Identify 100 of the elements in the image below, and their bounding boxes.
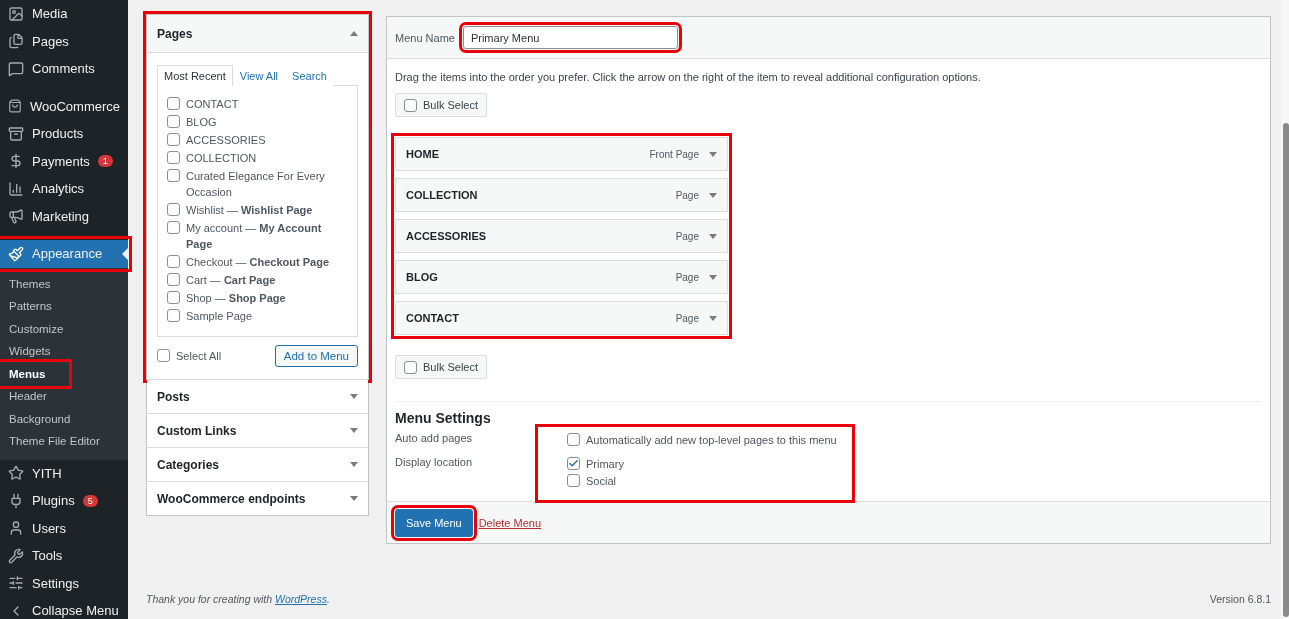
submenu-item[interactable]: Background [0, 407, 128, 430]
page-option: Sample Page [186, 308, 253, 324]
checkbox[interactable] [167, 291, 180, 304]
checkbox[interactable] [167, 255, 180, 268]
menu-item-title: COLLECTION [406, 189, 478, 201]
bar-chart-icon [8, 180, 24, 197]
page-option: Wishlist — Wishlist Page [186, 202, 313, 218]
submenu-item[interactable]: Themes [0, 272, 128, 295]
caret-down-icon[interactable] [350, 462, 358, 467]
caret-down-icon[interactable] [709, 233, 717, 239]
submenu-item[interactable]: Customize [0, 317, 128, 340]
files-icon [8, 33, 24, 50]
menu-item[interactable]: BLOG Page [395, 260, 728, 294]
dollar-icon [8, 153, 24, 170]
submenu-item[interactable]: Header [0, 385, 128, 408]
page-option: ACCESSORIES [186, 132, 266, 148]
credit-text: Thank you for creating with WordPress. [146, 593, 330, 605]
checkbox[interactable] [167, 115, 180, 128]
setting-label: Display location [395, 456, 474, 470]
sidebar-item[interactable]: Products [0, 120, 128, 148]
page-option: Curated Elegance For Every Occasion [186, 168, 348, 200]
sidebar-item[interactable]: Media [0, 0, 128, 28]
settings-title: Menu Settings [395, 410, 492, 426]
menu-item-type: Page [675, 189, 699, 201]
checkbox[interactable] [157, 349, 170, 362]
menu-item[interactable]: ACCESSORIES Page [395, 219, 728, 253]
sidebar-item[interactable]: Settings [0, 569, 128, 597]
submenu-item[interactable]: Theme File Editor [0, 430, 128, 453]
sliders-icon [8, 575, 24, 592]
checkbox[interactable] [404, 361, 417, 374]
page-option: My account — My Account Page [186, 220, 348, 252]
delete-menu-link[interactable]: Delete Menu [478, 516, 542, 529]
sidebar-item[interactable]: WooCommerce [0, 92, 128, 120]
megaphone-icon [8, 208, 24, 225]
checkbox[interactable] [167, 309, 180, 322]
bulk-select-button[interactable]: Bulk Select [395, 93, 488, 117]
image-icon [8, 5, 24, 22]
menu-item[interactable]: COLLECTION Page [395, 178, 728, 212]
sidebar-item[interactable]: Payments 1 [0, 147, 128, 175]
count-badge: 5 [82, 494, 98, 507]
page-option: Cart — Cart Page [186, 272, 276, 288]
submenu-item[interactable]: Patterns [0, 295, 128, 318]
caret-down-icon[interactable] [709, 315, 717, 321]
checkbox[interactable] [167, 273, 180, 286]
checkbox[interactable] [167, 133, 180, 146]
sidebar-item[interactable]: Tools [0, 542, 128, 570]
tab[interactable]: Most Recent [157, 65, 233, 86]
checkbox[interactable] [167, 203, 180, 216]
caret-down-icon[interactable] [350, 428, 358, 433]
option-label: Primary [586, 457, 624, 472]
sidebar-item[interactable]: Pages [0, 27, 128, 55]
checkbox[interactable] [404, 99, 417, 112]
wordpress-link[interactable]: WordPress [275, 593, 327, 605]
caret-down-icon[interactable] [709, 151, 717, 157]
caret-down-icon[interactable] [350, 394, 358, 399]
archive-icon [8, 125, 24, 142]
sidebar-item[interactable]: Analytics [0, 175, 128, 203]
setting-label: Auto add pages [395, 432, 474, 446]
menu-item-type: Page [675, 271, 699, 283]
submenu-item[interactable]: Widgets [0, 340, 128, 363]
caret-down-icon[interactable] [350, 496, 358, 501]
menu-item-title: BLOG [406, 271, 438, 283]
sidebar-item[interactable]: YITH [0, 459, 128, 487]
star-icon [8, 465, 24, 482]
checkbox[interactable] [167, 97, 180, 110]
page-option: Shop — Shop Page [186, 290, 286, 306]
page-option: CONTACT [186, 96, 239, 112]
count-badge: 1 [97, 155, 113, 168]
scrollbar[interactable] [1281, 0, 1289, 619]
select-all-label: Select All [176, 349, 222, 364]
plug-icon [8, 492, 24, 509]
checkbox[interactable] [567, 474, 580, 487]
caret-up-icon[interactable] [350, 31, 358, 36]
menu-item[interactable]: HOME Front Page [395, 137, 728, 171]
checkbox[interactable] [167, 151, 180, 164]
version-text: Version 6.8.1 [1209, 593, 1271, 605]
checkbox[interactable] [567, 457, 580, 470]
checkbox[interactable] [167, 221, 180, 234]
sidebar-item[interactable]: Comments [0, 55, 128, 83]
sidebar-item[interactable]: Collapse Menu [0, 597, 128, 619]
bulk-select-button[interactable]: Bulk Select [395, 355, 488, 379]
checkbox[interactable] [167, 169, 180, 182]
add-to-menu-button[interactable]: Add to Menu [274, 345, 358, 367]
caret-down-icon[interactable] [709, 274, 717, 280]
checkbox[interactable] [567, 433, 580, 446]
menu-item-title: ACCESSORIES [406, 230, 487, 242]
sidebar-item[interactable]: Marketing [0, 202, 128, 230]
menu-name-label: Menu Name [395, 31, 455, 44]
sidebar-item[interactable]: Users [0, 514, 128, 542]
sidebar-item[interactable]: Plugins 5 [0, 487, 128, 515]
caret-down-icon[interactable] [709, 192, 717, 198]
option-label: Automatically add new top-level pages to this menu [586, 433, 837, 448]
paintbrush-icon [8, 245, 24, 262]
option-label: Social [586, 474, 616, 489]
menu-item-type: Page [675, 312, 699, 324]
menu-item[interactable]: CONTACT Page [395, 301, 728, 335]
wrench-icon [8, 547, 24, 564]
menu-item-type: Page [675, 230, 699, 242]
menu-item-title: HOME [406, 148, 439, 160]
menu-item-title: CONTACT [406, 312, 459, 324]
